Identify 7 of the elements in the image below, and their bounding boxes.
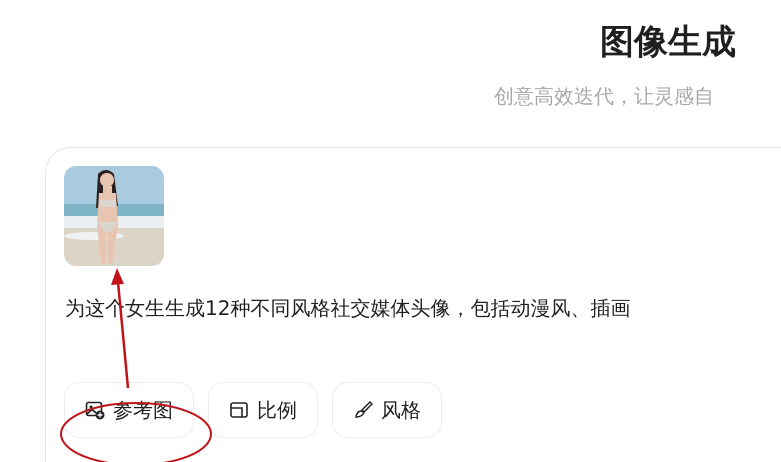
page-subtitle: 创意高效迭代，让灵感自	[494, 83, 715, 110]
option-button[interactable]: 风格	[332, 382, 442, 438]
aspect-ratio-icon	[229, 400, 249, 420]
brush-icon	[353, 400, 373, 420]
image-add-icon	[85, 400, 105, 420]
page-title: 图像生成	[599, 21, 737, 64]
option-button[interactable]: 比例	[208, 382, 318, 438]
